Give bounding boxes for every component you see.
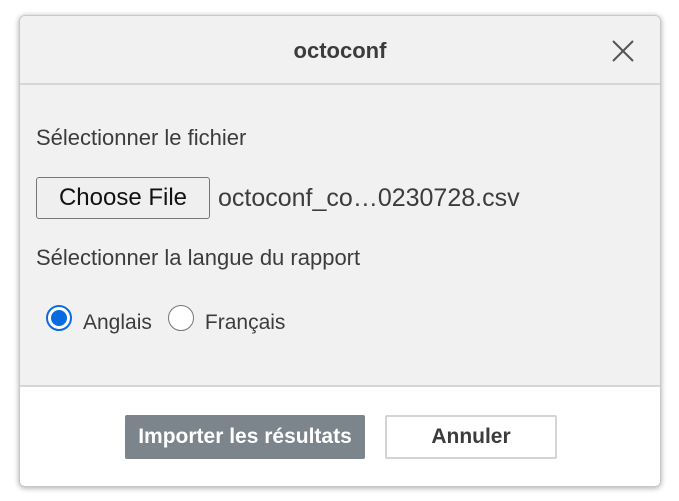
file-input: Choose File octoconf_co…0230728.csv (36, 177, 520, 219)
close-button[interactable] (610, 38, 636, 64)
dialog-footer: Importer les résultats Annuler (20, 387, 660, 486)
radio-label-francais: Français (204, 311, 286, 334)
cancel-button[interactable]: Annuler (385, 415, 557, 459)
radio-option-anglais[interactable]: Anglais (46, 301, 152, 335)
radio-francais[interactable] (167, 305, 194, 331)
choose-file-button[interactable]: Choose File (36, 177, 210, 219)
radio-option-francais[interactable]: Français (167, 301, 286, 335)
file-section-label: Sélectionner le fichier (36, 125, 247, 150)
dialog-header: octoconf (20, 16, 660, 85)
dialog-body: Sélectionner le fichier Choose File octo… (20, 85, 660, 387)
import-results-button[interactable]: Importer les résultats (125, 415, 365, 459)
selected-file-name: octoconf_co…0230728.csv (218, 183, 520, 212)
close-icon (612, 40, 634, 62)
language-section-label: Sélectionner la langue du rapport (36, 245, 361, 270)
language-radio-group: Anglais Français (46, 301, 301, 335)
radio-anglais[interactable] (46, 305, 72, 331)
dialog-title: octoconf (293, 38, 387, 63)
import-dialog: octoconf Sélectionner le fichier Choose … (19, 15, 661, 487)
radio-label-anglais: Anglais (83, 311, 152, 334)
